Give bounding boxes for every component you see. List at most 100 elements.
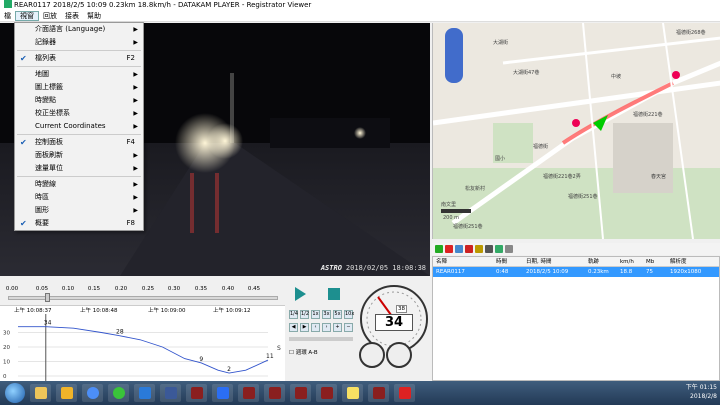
col-header[interactable]: 軌跡 — [585, 257, 617, 266]
datakam-icon — [398, 387, 411, 399]
frame-back-icon[interactable]: ‹ — [311, 323, 320, 332]
stop-button[interactable] — [328, 288, 340, 300]
menu-item[interactable]: Current Coordinates ▶ — [15, 120, 143, 133]
next-icon[interactable]: ▶ — [300, 323, 309, 332]
timeline-thumb[interactable] — [45, 293, 50, 302]
skype-icon — [216, 387, 229, 399]
menu-item[interactable]: 地圖 ▶ — [15, 68, 143, 81]
speed-5x[interactable]: 5x — [333, 310, 342, 319]
yellow-app-icon — [346, 387, 359, 399]
y-tick-label: 0 — [3, 374, 7, 380]
zoom-out-icon[interactable]: − — [344, 323, 353, 332]
menu-item[interactable]: 速量單位 ▶ — [15, 162, 143, 175]
menu-item[interactable]: 記錄器 ▶ — [15, 36, 143, 49]
ab-loop-checkbox[interactable]: ☐ 週環 A-B — [289, 348, 318, 356]
check-icon: ✔ — [20, 219, 27, 228]
table-row[interactable]: REAR0117 0:48 2018/2/5 10:09 0.23km 18.8… — [433, 267, 719, 277]
taskbar-app[interactable] — [290, 384, 311, 402]
taskbar-app[interactable] — [160, 384, 181, 402]
col-header[interactable]: Mb — [643, 257, 667, 266]
col-header[interactable]: 解析度 — [667, 257, 717, 266]
y-tick-label: 30 — [3, 331, 10, 337]
menu-item-label: 校正坐標系 — [35, 109, 70, 117]
ie-icon — [138, 387, 151, 399]
frame-forward-icon[interactable]: › — [322, 323, 331, 332]
taskbar-app[interactable] — [186, 384, 207, 402]
menu-item[interactable]: 圖上標籤 ▶ — [15, 81, 143, 94]
taskbar-app[interactable] — [264, 384, 285, 402]
menu-item[interactable]: 時變線 ▶ — [15, 178, 143, 191]
export-icon[interactable] — [475, 245, 483, 253]
speed-quarter[interactable]: 1/4 — [289, 310, 298, 319]
app-icon — [320, 387, 333, 399]
app-icon — [268, 387, 281, 399]
cell: 0:48 — [496, 269, 509, 275]
zoom-in-icon[interactable]: + — [333, 323, 342, 332]
cell: 18.8 — [620, 269, 633, 275]
system-tray[interactable]: 下午 01:15 2018/2/8 — [686, 383, 717, 401]
menu-item-label: 記錄器 — [35, 38, 56, 46]
taskbar-app[interactable] — [368, 384, 389, 402]
menu-item-label: 介面語言 (Language) — [35, 25, 106, 33]
menu-item[interactable]: 圖形 ▶ — [15, 204, 143, 217]
speed-half[interactable]: 1/2 — [300, 310, 309, 319]
cell: 75 — [646, 269, 653, 275]
menu-item[interactable]: ✔ 控制面板 F4 — [15, 136, 143, 149]
speed-10x[interactable]: 10x — [344, 310, 354, 319]
info-icon[interactable] — [505, 245, 513, 253]
app-icon — [242, 387, 255, 399]
menu-help[interactable]: 幫助 — [83, 11, 105, 21]
copy-icon[interactable] — [455, 245, 463, 253]
data-label: 34 — [44, 320, 52, 327]
menu-item[interactable]: 時區 ▶ — [15, 191, 143, 204]
col-header[interactable]: 時間 — [493, 257, 523, 266]
taskbar-app[interactable] — [212, 384, 233, 402]
map-panel[interactable]: 大湖街 大湖街47巷 福德街221巷 福德街268巷 福德街 福德街221巷2弄… — [432, 23, 720, 239]
taskbar-app[interactable] — [30, 384, 51, 402]
menu-item[interactable]: 介面語言 (Language) ▶ — [15, 23, 143, 36]
taskbar-app[interactable] — [238, 384, 259, 402]
col-header[interactable]: 日期, 時間 — [523, 257, 585, 266]
taskbar-app[interactable] — [394, 384, 415, 402]
add-icon[interactable] — [435, 245, 443, 253]
menu-item-label: 時區 — [35, 193, 49, 201]
taskbar-app[interactable] — [134, 384, 155, 402]
remove-icon[interactable] — [445, 245, 453, 253]
map-label: 大湖街47巷 — [513, 70, 540, 76]
taskbar-app[interactable] — [56, 384, 77, 402]
menu-view[interactable]: 視窗 — [15, 11, 39, 21]
taskbar-app[interactable] — [342, 384, 363, 402]
menu-item[interactable]: ✔ 概要 F8 — [15, 217, 143, 230]
tick-label: 0.20 — [114, 286, 128, 292]
delete-icon[interactable] — [465, 245, 473, 253]
taskbar: 下午 01:15 2018/2/8 — [0, 381, 720, 405]
col-header[interactable]: 名陣 — [433, 257, 493, 266]
graph-plot: 30 20 10 0 S 34 28 9 2 11 — [3, 314, 281, 382]
volume-slider[interactable] — [289, 337, 353, 341]
prev-icon[interactable]: ◀ — [289, 323, 298, 332]
shortcut-label: F8 — [126, 219, 135, 227]
app-window: REAR0117 2018/2/5 10:09 0.23km 18.8km/h … — [0, 0, 720, 405]
submenu-arrow-icon: ▶ — [133, 207, 138, 214]
taskbar-app[interactable] — [108, 384, 129, 402]
menu-item[interactable]: 校正坐標系 ▶ — [15, 107, 143, 120]
save-icon[interactable] — [485, 245, 493, 253]
y-tick-label: 10 — [3, 360, 10, 366]
time-axis: 0.00 0.05 0.10 0.15 0.20 0.25 0.30 0.35 … — [4, 283, 284, 305]
start-button[interactable] — [5, 383, 25, 403]
menu-playback[interactable]: 回放 — [39, 11, 61, 21]
col-header[interactable]: km/h — [617, 257, 643, 266]
menu-item[interactable]: 面板刷新 ▶ — [15, 149, 143, 162]
menu-file[interactable]: 檔 — [0, 11, 15, 21]
settings-icon[interactable] — [495, 245, 503, 253]
speed-3x[interactable]: 3x — [322, 310, 331, 319]
menu-settings[interactable]: 接表 — [61, 11, 83, 21]
tray-time: 下午 01:15 — [685, 384, 717, 391]
menu-item[interactable]: 時變點 ▶ — [15, 94, 143, 107]
speed-1x[interactable]: 1x — [311, 310, 320, 319]
menu-item[interactable]: ✔ 檔列表 F2 — [15, 52, 143, 65]
tick-label: 0.25 — [141, 286, 155, 292]
taskbar-app[interactable] — [316, 384, 337, 402]
play-button[interactable] — [295, 287, 306, 301]
taskbar-app[interactable] — [82, 384, 103, 402]
